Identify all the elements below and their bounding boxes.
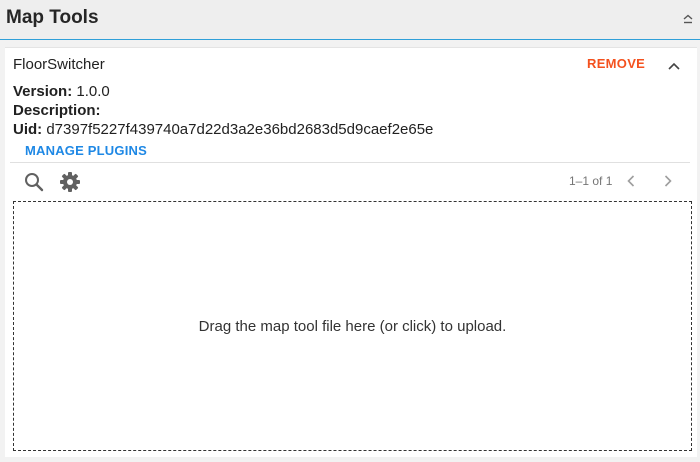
- uid-line: Uid: d7397f5227f439740a7d22d3a2e36bd2683…: [13, 121, 433, 138]
- panel-title: Map Tools: [6, 7, 99, 28]
- version-value: 1.0.0: [72, 83, 110, 100]
- description-line: Description:: [13, 102, 101, 119]
- manage-plugins-link[interactable]: MANAGE PLUGINS: [25, 143, 147, 158]
- version-label: Version:: [13, 83, 73, 100]
- chevron-up-icon: [683, 14, 693, 24]
- version-line: Version: 1.0.0: [13, 83, 110, 100]
- chevron-left-icon: [627, 175, 635, 187]
- divider: [10, 162, 690, 163]
- chevron-up-icon: [668, 62, 680, 70]
- prev-page-button[interactable]: [622, 172, 640, 190]
- search-button[interactable]: [22, 170, 46, 194]
- collapse-card-button[interactable]: [665, 58, 683, 74]
- chevron-right-icon: [664, 175, 672, 187]
- collapse-panel-button[interactable]: [680, 10, 696, 28]
- remove-button[interactable]: REMOVE: [587, 56, 645, 71]
- plugin-name: FloorSwitcher: [13, 56, 105, 73]
- dropzone-text: Drag the map tool file here (or click) t…: [198, 317, 507, 335]
- next-page-button[interactable]: [659, 172, 677, 190]
- uid-label: Uid:: [13, 121, 43, 138]
- plugin-card: FloorSwitcher REMOVE Version: 1.0.0 Desc…: [5, 47, 697, 457]
- gear-icon: [60, 172, 80, 192]
- upload-dropzone[interactable]: Drag the map tool file here (or click) t…: [13, 201, 692, 451]
- settings-button[interactable]: [58, 170, 82, 194]
- description-label: Description:: [13, 102, 101, 119]
- uid-value: d7397f5227f439740a7d22d3a2e36bd2683d5d9c…: [42, 121, 434, 138]
- pager-text: 1–1 of 1: [569, 174, 613, 188]
- panel-header: Map Tools: [0, 0, 700, 40]
- search-icon: [25, 173, 44, 192]
